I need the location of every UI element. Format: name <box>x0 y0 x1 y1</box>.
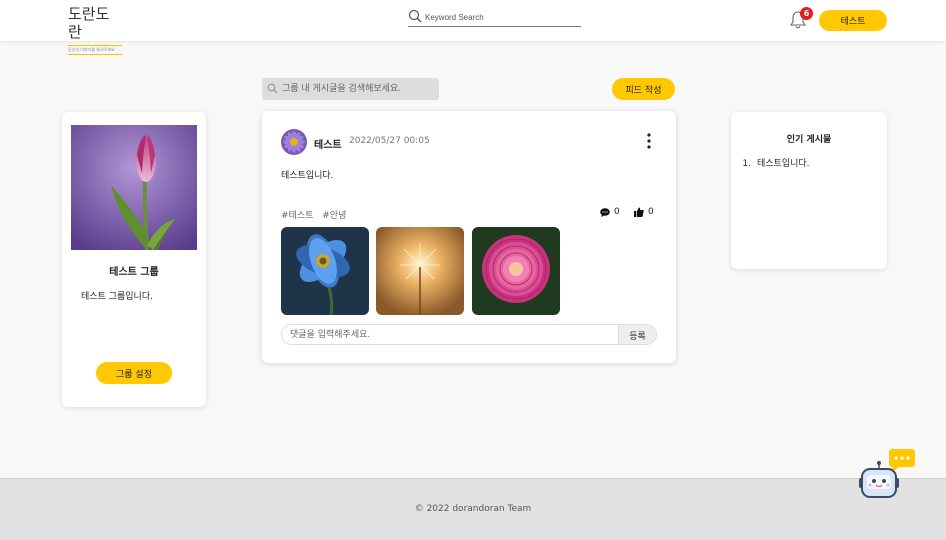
logo-subtitle: 당신의 이야기를 들려주세요 <box>68 45 122 55</box>
group-settings-button[interactable]: 그룹 설정 <box>96 362 172 384</box>
comment-form: 등록 <box>281 324 657 345</box>
group-post-search <box>262 78 439 100</box>
post-image[interactable] <box>376 227 464 315</box>
group-image <box>71 125 197 250</box>
keyword-search <box>408 8 581 27</box>
notification-badge: 6 <box>800 7 813 20</box>
like-count-value: 0 <box>648 207 654 217</box>
logo-title: 도란도란 <box>68 5 110 41</box>
more-options-icon[interactable] <box>644 132 654 150</box>
search-icon[interactable] <box>267 83 278 94</box>
keyword-search-input[interactable] <box>425 10 575 24</box>
comment-icon <box>600 207 610 217</box>
user-button[interactable]: 테스트 <box>819 10 887 31</box>
like-count[interactable]: 0 <box>634 207 654 217</box>
comment-count-value: 0 <box>614 207 620 217</box>
group-post-search-input[interactable] <box>282 81 434 96</box>
popular-post-item[interactable]: 1. 테스트입니다. <box>731 156 810 169</box>
top-header: 도란도란 당신의 이야기를 들려주세요 6 테스트 <box>0 0 946 55</box>
popular-posts-title: 인기 게시물 <box>786 135 832 145</box>
post-image[interactable] <box>281 227 369 315</box>
post-author[interactable]: 테스트 <box>314 136 342 151</box>
footer: © 2022 dorandoran Team <box>0 478 946 540</box>
popular-posts-list: 1. 테스트입니다. <box>731 156 810 169</box>
popular-post-rank: 1. <box>742 159 751 169</box>
thumbs-up-icon <box>634 207 644 217</box>
write-feed-button[interactable]: 피드 작성 <box>612 78 675 100</box>
popular-posts-card: 인기 게시물 1. 테스트입니다. <box>731 112 887 269</box>
group-description: 테스트 그룹입니다. <box>81 292 153 302</box>
comment-count[interactable]: 0 <box>600 207 620 217</box>
logo[interactable]: 도란도란 당신의 이야기를 들려주세요 <box>68 5 122 55</box>
popular-post-title: 테스트입니다. <box>757 159 810 169</box>
post-tag[interactable]: #테스트 <box>281 211 313 221</box>
feed-post-card: 테스트 2022/05/27 00:05 테스트입니다. #테스트 #안녕 0 … <box>262 111 676 363</box>
comment-input[interactable] <box>290 328 610 342</box>
footer-copyright: © 2022 dorandoran Team <box>414 504 532 514</box>
post-content: 테스트입니다. <box>281 171 334 181</box>
avatar[interactable] <box>281 129 307 155</box>
comment-submit-button[interactable]: 등록 <box>618 325 656 344</box>
post-image[interactable] <box>472 227 560 315</box>
post-tag[interactable]: #안녕 <box>322 211 346 221</box>
search-icon[interactable] <box>408 9 422 23</box>
post-tags: #테스트 #안녕 <box>281 208 352 221</box>
group-name: 테스트 그룹 <box>109 267 159 278</box>
post-date: 2022/05/27 00:05 <box>349 136 430 146</box>
chatbot-icon[interactable] <box>855 447 917 499</box>
group-card: 테스트 그룹 테스트 그룹입니다. 그룹 설정 <box>62 112 206 407</box>
